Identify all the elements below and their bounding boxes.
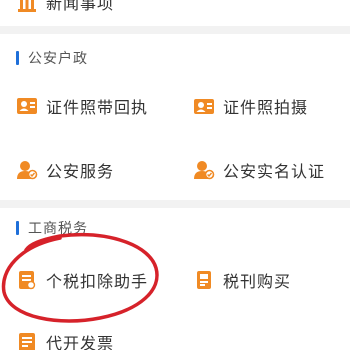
police-verify-icon [193,159,215,181]
service-item-id-photo-shoot[interactable]: 证件照拍摄 [193,84,308,128]
invoice-icon [16,331,38,350]
camera-photo-icon [193,95,215,117]
section-header-business-tax: 工商税务 [0,210,350,246]
id-photo-icon [16,95,38,117]
tax-document-icon [16,269,38,291]
service-item-tax-deduction-assistant[interactable]: 个税扣除助手 [16,258,148,302]
section-title: 工商税务 [28,221,88,237]
service-item-label: 个税扣除助手 [46,272,149,291]
service-item-label: 税刊购买 [223,272,292,291]
section-row: 公安服务 公安实名认证 [0,148,350,192]
service-item-police-real-name[interactable]: 公安实名认证 [193,148,325,192]
divider [0,26,350,34]
divider [0,200,350,208]
building-icon [16,0,38,13]
service-item-label: 证件照拍摄 [223,98,309,117]
section-accent-bar [16,221,19,235]
section-accent-bar [16,51,19,65]
service-item-label: 公安实名认证 [223,162,326,181]
service-item-label: 代开发票 [46,334,115,350]
service-item-invoice-issuance[interactable]: 代开发票 [16,320,114,350]
section-header-public-security: 公安户政 [0,40,350,76]
tax-book-icon [193,269,215,291]
top-row: 新闻事项 [0,0,350,24]
section-title: 公安户政 [28,51,88,67]
section-row: 证件照带回执 证件照拍摄 [0,84,350,128]
section-row: 个税扣除助手 税刊购买 [0,258,350,302]
service-item-label: 证件照带回执 [46,98,149,117]
top-item-label: 新闻事项 [46,0,115,13]
section-row: 代开发票 [0,320,350,350]
service-item-label: 公安服务 [46,162,115,181]
service-list-page: 新闻事项 公安户政 证件照带回执 证件照拍摄 公安服务 公安实名认证 工商税务 … [0,0,350,350]
top-item[interactable]: 新闻事项 [16,0,114,24]
police-user-icon [16,159,38,181]
service-item-tax-publication-purchase[interactable]: 税刊购买 [193,258,291,302]
service-item-police-service[interactable]: 公安服务 [16,148,114,192]
service-item-id-photo-receipt[interactable]: 证件照带回执 [16,84,148,128]
